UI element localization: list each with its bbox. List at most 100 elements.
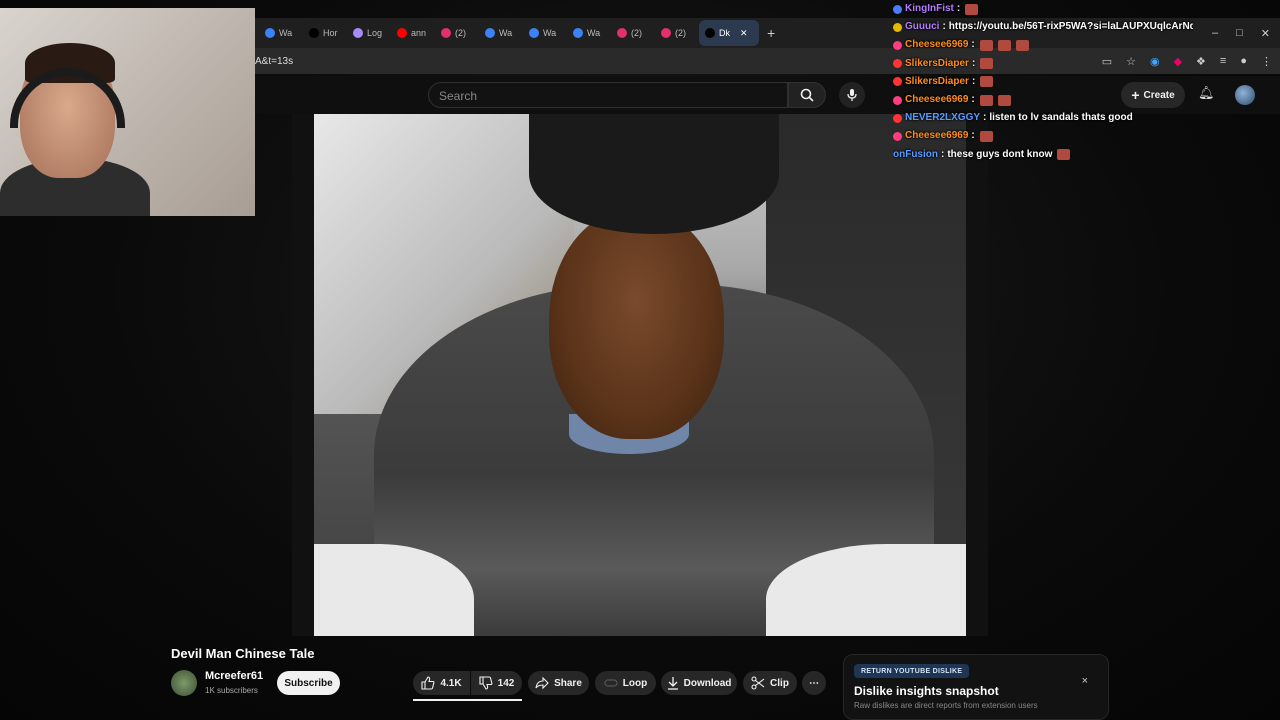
chat-emote-icon: [1015, 39, 1029, 51]
chat-separator: :: [971, 93, 975, 105]
subscribe-button[interactable]: Subscribe: [277, 671, 340, 695]
instagram-icon: [617, 28, 627, 38]
browser-tab-label: Dk: [719, 28, 730, 38]
notifications-bell-icon[interactable]: 🔔︎: [1198, 85, 1215, 101]
chat-text: https://youtu.be/56T-rixP5WA?si=laLAUPXU…: [948, 21, 1193, 33]
thumbs-down-icon: [479, 676, 493, 690]
more-actions-button[interactable]: ⋯: [802, 671, 826, 695]
loop-label: Loop: [622, 677, 648, 689]
voice-search-button[interactable]: [839, 82, 865, 108]
minimize-button[interactable]: –: [1212, 27, 1218, 40]
webcam-overlay: [0, 8, 255, 216]
browser-tab-label: Wa: [543, 28, 557, 38]
return-youtube-dislike-card: RETURN YOUTUBE DISLIKE Dislike insights …: [843, 654, 1109, 720]
download-icon: [667, 677, 678, 690]
chat-text: these guys dont know: [947, 148, 1053, 160]
mic-icon: [847, 89, 857, 101]
chat-separator: :: [956, 3, 961, 14]
browser-tab[interactable]: Hor: [303, 20, 347, 46]
sparkle-icon: [353, 28, 363, 38]
browser-tab[interactable]: Dk ✕: [699, 20, 759, 46]
chat-emote-icon: [997, 39, 1011, 51]
puzzle-icon[interactable]: ❖: [1196, 55, 1206, 68]
channel-name[interactable]: Mcreefer61: [205, 670, 263, 682]
share-icon: [535, 676, 549, 690]
browser-tab-label: Wa: [499, 28, 513, 38]
search-input[interactable]: Search: [428, 82, 788, 108]
close-icon[interactable]: ×: [1082, 675, 1088, 687]
chat-username[interactable]: Guuuci: [905, 18, 939, 36]
scissors-icon: [751, 676, 765, 690]
chat-emote-icon: [965, 3, 979, 15]
close-window-button[interactable]: ✕: [1261, 27, 1270, 40]
browser-tab[interactable]: Wa: [567, 20, 611, 46]
chat-username[interactable]: SlikersDiaper: [905, 73, 969, 91]
ryd-subtitle: Raw dislikes are direct reports from ext…: [854, 701, 1038, 710]
chat-emote-icon: [997, 94, 1011, 106]
browser-tab[interactable]: Log: [347, 20, 391, 46]
browser-tab[interactable]: (2): [655, 20, 699, 46]
chat-username[interactable]: NEVER2LXGGY: [905, 109, 980, 127]
chat-emote-icon: [980, 76, 994, 88]
chat-username[interactable]: onFusion: [893, 146, 938, 164]
video-title: Devil Man Chinese Tale: [171, 646, 315, 661]
browser-tab[interactable]: Wa: [479, 20, 523, 46]
channel-avatar[interactable]: [171, 670, 197, 696]
browser-tab-label: ann: [411, 28, 427, 38]
chat-message: KingInFist:: [893, 0, 1193, 18]
address-text: A&t=13s: [255, 55, 294, 67]
chat-username[interactable]: SlikersDiaper: [905, 55, 969, 73]
clip-label: Clip: [770, 677, 789, 689]
youtube-icon: [397, 28, 407, 38]
browser-tab-label: Wa: [279, 28, 293, 38]
chat-username[interactable]: Cheesee6969: [905, 91, 968, 109]
edge-icon: [573, 28, 583, 38]
chat-separator: :: [983, 112, 987, 124]
menu-icon[interactable]: ⋮: [1261, 55, 1272, 68]
browser-tab-label: (2): [675, 28, 686, 38]
browser-tab[interactable]: (2): [611, 20, 655, 46]
instagram-icon: [441, 28, 451, 38]
browser-tab-label: Log: [367, 28, 383, 38]
chat-username[interactable]: Cheesee6969: [905, 36, 968, 54]
share-button[interactable]: Share: [528, 671, 589, 695]
media-icon[interactable]: ≡: [1220, 55, 1226, 68]
window-controls: – □ ✕: [1212, 27, 1280, 40]
profile-icon[interactable]: ●: [1240, 55, 1247, 68]
chat-message: SlikersDiaper:: [893, 55, 1193, 73]
like-button[interactable]: 4.1K: [413, 671, 470, 695]
account-avatar[interactable]: [1235, 85, 1255, 105]
close-tab-icon[interactable]: ✕: [740, 28, 748, 39]
download-button[interactable]: Download: [661, 671, 737, 695]
chat-separator: :: [971, 57, 976, 69]
video-player[interactable]: [292, 114, 988, 636]
chat-separator: :: [971, 130, 975, 142]
browser-tab[interactable]: ann: [391, 20, 435, 46]
chat-badge-icon: [893, 95, 902, 105]
chat-message: Guuuci: https://youtu.be/56T-rixP5WA?si=l…: [893, 18, 1193, 36]
like-ratio-bar: [413, 699, 522, 701]
loop-button[interactable]: Loop: [595, 671, 656, 695]
chat-username[interactable]: KingInFist: [905, 0, 954, 18]
browser-tab-label: Wa: [587, 28, 601, 38]
chat-message: Cheesee6969:: [893, 91, 1193, 109]
chat-badge-icon: [893, 4, 902, 14]
chat-separator: :: [941, 148, 945, 160]
new-tab-button[interactable]: +: [759, 25, 783, 41]
chat-badge-icon: [893, 22, 902, 32]
instagram-icon: [661, 28, 671, 38]
chat-username[interactable]: Cheesee6969: [905, 127, 968, 145]
chat-message: onFusion: these guys dont know: [893, 146, 1193, 164]
dislike-button[interactable]: 142: [471, 671, 522, 695]
browser-tab[interactable]: Wa: [259, 20, 303, 46]
browser-tab[interactable]: Wa: [523, 20, 567, 46]
loop-icon: [604, 679, 618, 687]
clip-button[interactable]: Clip: [743, 671, 797, 695]
chat-message: Cheesee6969:: [893, 36, 1193, 54]
maximize-button[interactable]: □: [1236, 27, 1243, 40]
x-icon: [705, 28, 715, 38]
browser-tab[interactable]: (2): [435, 20, 479, 46]
search-button[interactable]: [788, 82, 826, 108]
search-icon: [800, 88, 814, 102]
browser-tab-label: (2): [631, 28, 642, 38]
